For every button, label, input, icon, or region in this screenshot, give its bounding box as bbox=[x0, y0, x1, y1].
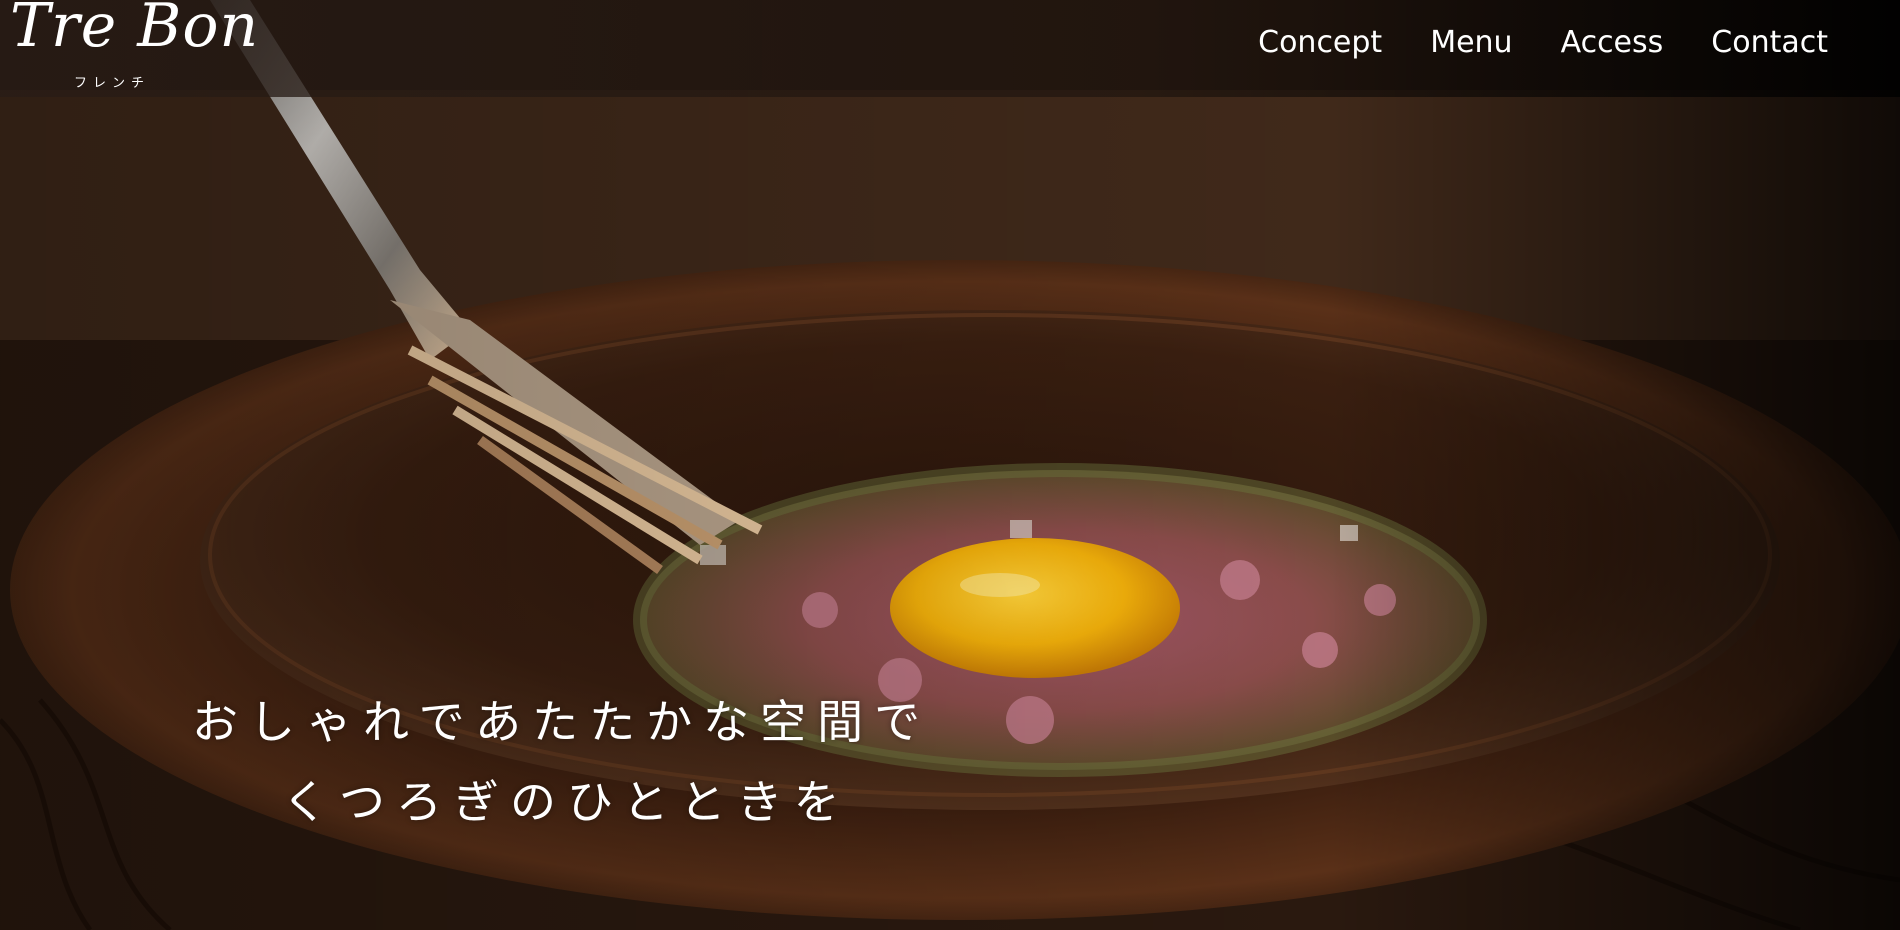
hero-catchcopy-line-1: おしゃれであたたかな空間で bbox=[192, 695, 932, 749]
hero-catchcopy-line-2: くつろぎのひとときを bbox=[282, 775, 851, 829]
logo-subtitle: フレンチ bbox=[74, 76, 151, 91]
nav-link-concept[interactable]: Concept bbox=[1258, 25, 1382, 60]
hero-section: Tre Bon フレンチ Concept Menu Access Contact… bbox=[0, 0, 1900, 930]
site-logo[interactable]: Tre Bon フレンチ bbox=[6, 0, 258, 96]
main-nav: Concept Menu Access Contact bbox=[1258, 25, 1828, 60]
nav-link-contact[interactable]: Contact bbox=[1711, 25, 1828, 60]
site-header: Tre Bon フレンチ Concept Menu Access Contact bbox=[0, 0, 1900, 97]
logo-wordmark: Tre Bon bbox=[10, 0, 260, 61]
nav-link-menu[interactable]: Menu bbox=[1430, 25, 1512, 60]
nav-link-access[interactable]: Access bbox=[1561, 25, 1664, 60]
